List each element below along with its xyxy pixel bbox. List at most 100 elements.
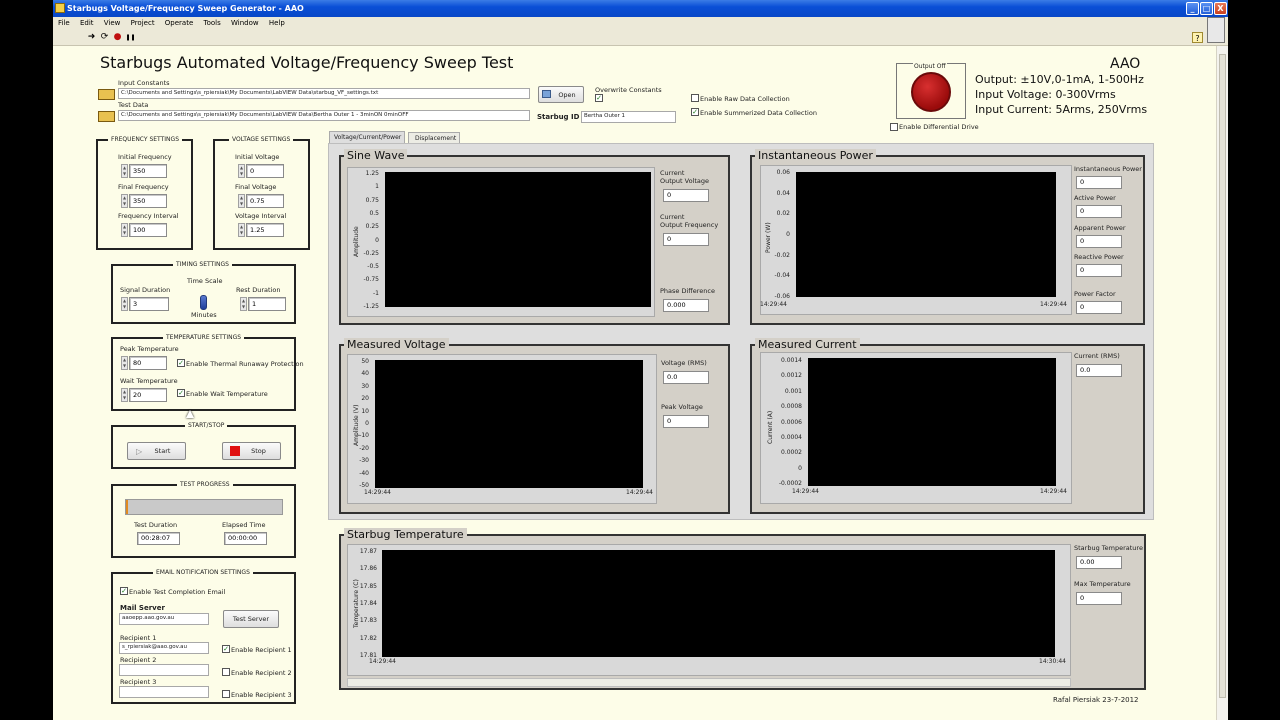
frequency-interval-input[interactable]: 100 — [129, 223, 167, 237]
wait-temperature-checkbox[interactable]: ✓ — [177, 389, 185, 397]
peak-temperature-input[interactable]: 80 — [129, 356, 167, 370]
spinner[interactable]: ▲ ▼ — [121, 356, 128, 370]
timing-settings-group: TIMING SETTINGS Signal Duration ▲ ▼ 3 Tim… — [111, 261, 296, 324]
recipient-2-label: Recipient 2 — [120, 656, 157, 664]
completion-email-label: Enable Test Completion Email — [129, 588, 226, 596]
rest-duration-input[interactable]: 1 — [248, 297, 286, 311]
menu-project[interactable]: Project — [131, 19, 155, 27]
menu-bar: File Edit View Project Operate Tools Win… — [53, 17, 1228, 29]
author-footer: Rafal Piersiak 23-7-2012 — [1053, 696, 1139, 704]
test-data-path[interactable]: C:\Documents and Settings\s_rpiersiak\My… — [118, 110, 530, 121]
stop-button[interactable]: Stop — [222, 442, 281, 460]
current-x-start: 14:29:44 — [792, 488, 819, 495]
voltage-settings-title: VOLTAGE SETTINGS — [229, 136, 294, 143]
recipient-2-input[interactable] — [119, 664, 209, 676]
final-frequency-input[interactable]: 350 — [129, 194, 167, 208]
menu-file[interactable]: File — [58, 19, 70, 27]
time-scale-toggle[interactable] — [200, 295, 207, 310]
thermal-runaway-checkbox[interactable]: ✓ — [177, 359, 185, 367]
output-led[interactable] — [911, 72, 951, 112]
input-constants-label: Input Constants — [118, 79, 170, 87]
active-power-label: Active Power — [1074, 194, 1116, 202]
input-constants-path[interactable]: C:\Documents and Settings\s_rpiersiak\My… — [118, 88, 530, 99]
start-button[interactable]: ▷ Start — [127, 442, 186, 460]
final-voltage-input[interactable]: 0.75 — [246, 194, 284, 208]
test-server-button[interactable]: Test Server — [223, 610, 279, 628]
differential-drive-checkbox[interactable] — [890, 123, 898, 131]
spinner[interactable]: ▲ ▼ — [121, 194, 128, 208]
voltage-interval-input[interactable]: 1.25 — [246, 223, 284, 237]
test-duration-label: Test Duration — [134, 521, 178, 529]
recipient-1-input[interactable]: s_rpiersiak@aao.gov.au — [119, 642, 209, 654]
voltage-settings-group: VOLTAGE SETTINGS Initial Voltage ▲ ▼ 0 Fi… — [213, 136, 310, 250]
menu-window[interactable]: Window — [231, 19, 259, 27]
abort-icon[interactable]: ● — [112, 32, 123, 43]
signal-duration-input[interactable]: 3 — [129, 297, 169, 311]
spinner[interactable]: ▲ ▼ — [238, 223, 245, 237]
recipient-3-checkbox[interactable] — [222, 690, 230, 698]
email-settings-title: EMAIL NOTIFICATION SETTINGS — [153, 569, 253, 576]
measured-current-plot — [808, 358, 1056, 486]
y-tick-label: 1.25 — [365, 170, 379, 177]
raw-data-checkbox[interactable] — [691, 94, 699, 102]
spinner[interactable]: ▲ ▼ — [240, 297, 247, 311]
folder-browse-icon[interactable] — [98, 111, 115, 122]
mail-server-input[interactable]: aaoepp.aao.gov.au — [119, 613, 209, 625]
close-button[interactable]: X — [1214, 2, 1227, 15]
spinner[interactable]: ▲ ▼ — [121, 223, 128, 237]
initial-voltage-input[interactable]: 0 — [246, 164, 284, 178]
vertical-scrollbar[interactable] — [1216, 46, 1228, 720]
measured-voltage-chart: Measured Voltage Amplitude (V) 50 40 30 20 1… — [339, 338, 730, 514]
open-button[interactable]: Open — [538, 86, 584, 103]
folder-browse-icon[interactable] — [98, 89, 115, 100]
y-tick-label: 17.82 — [359, 634, 377, 642]
chart-horizontal-scrollbar[interactable] — [347, 678, 1071, 687]
recipient-3-input[interactable] — [119, 686, 209, 698]
menu-operate[interactable]: Operate — [165, 19, 193, 27]
run-continuous-icon[interactable]: ⟳ — [99, 32, 110, 43]
y-tick-label: -0.02 — [774, 251, 790, 259]
recipient-1-checkbox[interactable]: ✓ — [222, 645, 230, 653]
timing-settings-title: TIMING SETTINGS — [173, 261, 232, 268]
spinner[interactable]: ▲ ▼ — [121, 297, 128, 311]
y-tick-label: 17.84 — [359, 600, 377, 607]
peak-voltage-label: Peak Voltage — [661, 403, 703, 411]
maximize-button[interactable]: □ — [1200, 2, 1213, 15]
y-tick-label: -1 — [373, 289, 379, 297]
menu-tools[interactable]: Tools — [204, 19, 221, 27]
initial-voltage-label: Initial Voltage — [235, 153, 280, 161]
starbug-id-field[interactable]: Bertha Outer 1 — [581, 111, 676, 123]
scrollbar-thumb[interactable] — [1219, 54, 1226, 698]
frequency-interval-label: Frequency Interval — [118, 212, 179, 220]
recipient-2-checkbox[interactable] — [222, 668, 230, 676]
summarized-data-checkbox[interactable]: ✓ — [691, 108, 699, 116]
pause-icon[interactable]: ❚❚ — [125, 32, 136, 43]
context-help-icon[interactable]: ? — [1192, 32, 1203, 43]
menu-help[interactable]: Help — [269, 19, 285, 27]
current-output-voltage-value: 0 — [663, 189, 709, 202]
voltage-x-end: 14:29:44 — [626, 489, 653, 496]
menu-view[interactable]: View — [104, 19, 121, 27]
y-tick-label: 0.75 — [365, 196, 379, 204]
menu-edit[interactable]: Edit — [80, 19, 94, 27]
spinner[interactable]: ▲ ▼ — [121, 388, 128, 402]
spec-input-voltage: Input Voltage: 0-300Vrms — [975, 88, 1116, 101]
completion-email-checkbox[interactable]: ✓ — [120, 587, 128, 595]
minimize-button[interactable]: _ — [1186, 2, 1199, 15]
wait-temperature-input[interactable]: 20 — [129, 388, 167, 402]
y-tick-label: 1 — [375, 183, 379, 191]
current-rms-label: Current (RMS) — [1074, 352, 1120, 360]
starbug-temperature-plot — [382, 550, 1055, 657]
initial-frequency-input[interactable]: 350 — [129, 164, 167, 178]
run-arrow-icon[interactable]: ➜ — [86, 32, 97, 43]
spinner[interactable]: ▲ ▼ — [121, 164, 128, 178]
overwrite-constants-checkbox[interactable]: ✓ — [595, 94, 603, 102]
power-factor-value: 0 — [1076, 301, 1122, 314]
measured-voltage-plot — [375, 360, 643, 488]
y-tick-label: -1.25 — [363, 303, 379, 310]
play-icon: ▷ — [136, 447, 143, 456]
spinner[interactable]: ▲ ▼ — [238, 164, 245, 178]
spinner[interactable]: ▲ ▼ — [238, 194, 245, 208]
frequency-settings-title: FREQUENCY SETTINGS — [108, 136, 183, 143]
recipient-3-enable-label: Enable Recipient 3 — [231, 691, 292, 699]
